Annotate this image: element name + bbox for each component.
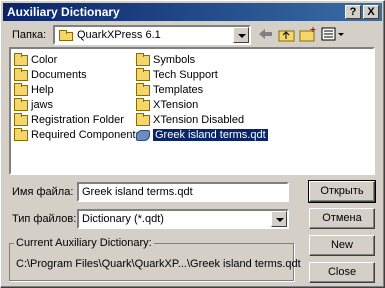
list-item-label: Symbols	[153, 54, 196, 66]
view-menu-button[interactable]	[321, 26, 345, 44]
list-item[interactable]: Color	[14, 52, 58, 67]
current-dictionary-label: Current Auxiliary Dictionary:	[14, 237, 154, 249]
back-button[interactable]	[256, 26, 276, 44]
folder-icon	[136, 52, 150, 66]
folder-icon	[136, 97, 150, 111]
folder-icon	[14, 82, 28, 96]
dialog-window: Auxiliary Dictionary ? X Папка: QuarkXPr…	[0, 0, 385, 288]
dictionary-file-icon	[136, 129, 150, 141]
folder-icon	[14, 127, 28, 141]
list-item[interactable]: Tech Support	[136, 67, 218, 82]
list-item-label: Required Components	[31, 129, 142, 141]
cancel-button[interactable]: Отмена	[309, 208, 375, 229]
filetype-label: Тип файлов:	[12, 213, 77, 225]
list-item[interactable]: XTension Disabled	[136, 112, 245, 127]
list-item-label: XTension	[153, 99, 199, 111]
close-window-button[interactable]: X	[363, 5, 379, 19]
lookin-value: QuarkXPress 6.1	[77, 29, 161, 41]
folder-icon	[14, 112, 28, 126]
up-folder-icon	[278, 30, 295, 42]
list-item-label: Greek island terms.qdt	[152, 128, 269, 142]
list-item-label: Templates	[153, 84, 204, 96]
list-item-label: jaws	[31, 99, 54, 111]
list-item[interactable]: Registration Folder	[14, 112, 124, 127]
help-button[interactable]: ?	[345, 5, 361, 19]
filename-value: Greek island terms.qdt	[82, 186, 193, 198]
current-dictionary-group: Current Auxiliary Dictionary: C:\Program…	[9, 237, 301, 281]
list-item[interactable]: Symbols	[136, 52, 196, 67]
list-item-label: Help	[31, 84, 54, 96]
folder-icon	[14, 67, 28, 81]
back-arrow-icon	[259, 29, 272, 39]
title-bar[interactable]: Auxiliary Dictionary ? X	[3, 3, 382, 21]
list-item[interactable]: jaws	[14, 97, 54, 112]
up-folder-button[interactable]	[278, 26, 298, 44]
lookin-dropdown-button[interactable]	[233, 27, 249, 43]
filename-label: Имя файла:	[12, 186, 74, 198]
list-item[interactable]: Templates	[136, 82, 204, 97]
filetype-select[interactable]: Dictionary (*.qdt)	[77, 209, 289, 229]
new-button[interactable]: New	[309, 235, 375, 256]
list-item-label: Color	[31, 54, 58, 66]
folder-icon	[14, 97, 28, 111]
filetype-dropdown-button[interactable]	[271, 211, 287, 227]
filetype-value: Dictionary (*.qdt)	[82, 213, 164, 225]
list-item-label: Tech Support	[153, 69, 218, 81]
file-list[interactable]: Color Documents Help jaws Registration F…	[9, 47, 375, 175]
list-item-label: XTension Disabled	[153, 114, 245, 126]
list-item-selected[interactable]: Greek island terms.qdt	[136, 128, 269, 142]
new-folder-icon	[299, 27, 316, 42]
open-button[interactable]: Открыть	[308, 180, 376, 203]
window-title: Auxiliary Dictionary	[7, 5, 120, 19]
lookin-label: Папка:	[12, 29, 47, 41]
current-dictionary-path: C:\Program Files\Quark\QuarkXP...\Greek …	[16, 258, 301, 270]
folder-icon	[14, 52, 28, 66]
folder-icon	[136, 82, 150, 96]
list-item[interactable]: Documents	[14, 67, 87, 82]
new-folder-button[interactable]	[299, 26, 319, 44]
list-item[interactable]: Required Components	[14, 127, 142, 142]
folder-icon	[136, 67, 150, 81]
folder-icon	[136, 112, 150, 126]
list-item-label: Registration Folder	[31, 114, 124, 126]
lookin-combo[interactable]: QuarkXPress 6.1	[53, 25, 251, 45]
list-item[interactable]: Help	[14, 82, 54, 97]
list-item-label: Documents	[31, 69, 87, 81]
view-menu-icon	[321, 27, 344, 41]
close-button[interactable]: Close	[309, 262, 375, 283]
list-item[interactable]: XTension	[136, 97, 199, 112]
filename-input[interactable]: Greek island terms.qdt	[77, 182, 289, 202]
folder-icon	[59, 30, 73, 41]
